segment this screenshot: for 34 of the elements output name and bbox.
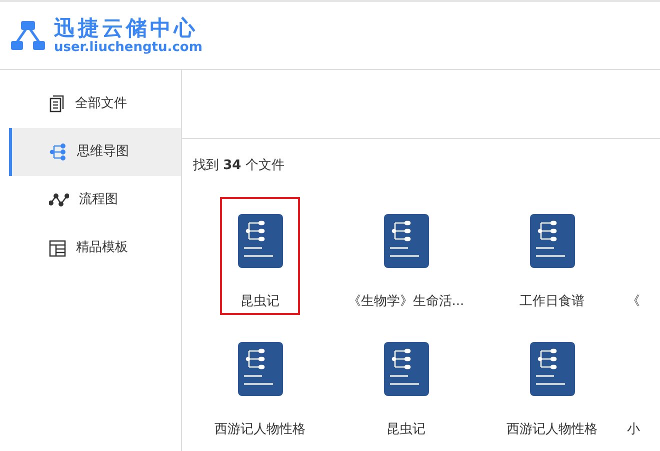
file-name: 西游记人物性格 (506, 421, 598, 439)
mind-map-file-icon (384, 342, 428, 396)
mind-map-file-icon (384, 214, 428, 268)
file-card[interactable]: 昆虫记 (220, 197, 300, 315)
mind-map-file-icon (530, 214, 574, 268)
file-name: 小 (627, 421, 640, 439)
mind-map-file-icon (238, 214, 282, 268)
file-card[interactable]: 《 (625, 197, 644, 315)
file-stack-icon (49, 95, 65, 113)
line-chart-icon (49, 193, 69, 207)
file-card[interactable]: 西游记人物性格 (210, 325, 310, 443)
file-card[interactable]: 小 (625, 325, 644, 443)
sidebar-item[interactable]: 精品模板 (9, 224, 181, 272)
mind-map-file-icon (530, 342, 574, 396)
file-name: 昆虫记 (386, 421, 426, 439)
file-card[interactable]: 工作日食谱 (512, 197, 592, 315)
site-title: 迅捷云储中心 (54, 16, 199, 40)
file-name: 工作日食谱 (520, 293, 584, 311)
sidebar-item[interactable]: 全部文件 (9, 80, 181, 128)
file-name: 西游记人物性格 (214, 421, 306, 439)
file-name: 《 (627, 293, 640, 311)
file-card[interactable]: 昆虫记 (366, 325, 446, 443)
file-card[interactable]: 《生物学》生命活... (344, 197, 468, 315)
mind-map-icon (49, 143, 67, 161)
layout-icon (49, 240, 66, 256)
file-card[interactable]: 西游记人物性格 (502, 325, 602, 443)
mind-map-file-icon (238, 342, 282, 396)
file-name: 《生物学》生命活... (348, 293, 464, 311)
file-name: 昆虫记 (240, 293, 280, 311)
site-url: user.liuchengtu.com (54, 40, 202, 56)
sidebar-item[interactable]: 流程图 (9, 176, 181, 224)
result-count: 找到 34 个文件 (193, 158, 284, 173)
logo-icon (10, 20, 46, 52)
sidebar-item[interactable]: 思维导图 (9, 128, 181, 176)
